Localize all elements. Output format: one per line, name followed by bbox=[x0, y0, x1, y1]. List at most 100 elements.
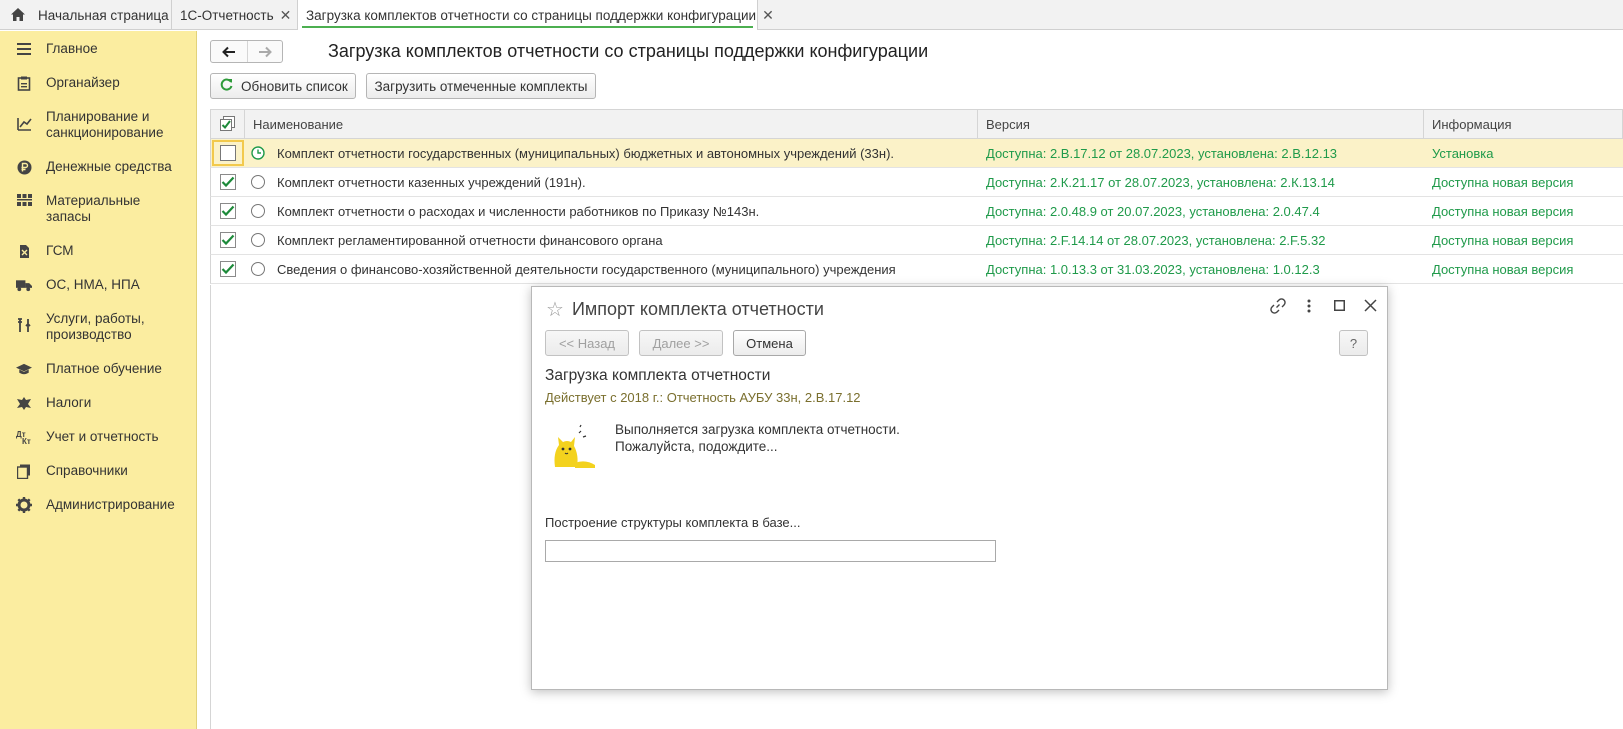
load-marked-label: Загрузить отмеченные комплекты bbox=[374, 78, 588, 94]
reports-table: Наименование Версия Информация Комплект … bbox=[210, 109, 1623, 284]
table-row[interactable]: Комплект регламентированной отчетности ф… bbox=[210, 226, 1623, 255]
dialog-cancel-button[interactable]: Отмена bbox=[733, 330, 806, 356]
dialog-next-button[interactable]: Далее >> bbox=[639, 330, 723, 356]
tab-1c-reporting[interactable]: 1С-Отчетность ✕ bbox=[172, 0, 298, 30]
row-info: Доступна новая версия bbox=[1432, 203, 1574, 219]
star-icon[interactable]: ☆ bbox=[546, 297, 564, 322]
fuel-icon bbox=[16, 243, 32, 259]
cat-loading-icon bbox=[549, 423, 599, 473]
arrow-left-icon bbox=[221, 46, 235, 57]
row-info: Доступна новая версия bbox=[1432, 174, 1574, 190]
check-all-button[interactable] bbox=[211, 110, 245, 138]
maximize-icon[interactable] bbox=[1331, 297, 1348, 314]
sidebar-item-paid-education[interactable]: Платное обучение bbox=[0, 361, 196, 377]
col-name-header[interactable]: Наименование bbox=[245, 110, 978, 138]
table-border bbox=[210, 285, 211, 729]
sidebar-item-label: Налоги bbox=[46, 395, 92, 410]
link-icon[interactable] bbox=[1269, 297, 1286, 314]
radio-icon bbox=[251, 175, 265, 189]
sidebar-item-organizer[interactable]: Органайзер bbox=[0, 75, 196, 91]
row-name: Комплект регламентированной отчетности ф… bbox=[277, 232, 663, 248]
truck-icon bbox=[16, 277, 32, 293]
radio-icon bbox=[251, 233, 265, 247]
import-dialog: ☆ Импорт комплекта отчетности << Назад Д… bbox=[531, 286, 1388, 690]
row-version: Доступна: 2.В.17.12 от 28.07.2023, устан… bbox=[986, 145, 1338, 161]
table-header: Наименование Версия Информация bbox=[210, 109, 1623, 139]
dialog-back-button[interactable]: << Назад bbox=[545, 330, 629, 356]
sidebar-item-label: ОС, НМА, НПА bbox=[46, 277, 140, 292]
row-name: Комплект отчетности о расходах и численн… bbox=[277, 203, 760, 219]
row-checkbox[interactable] bbox=[220, 261, 236, 277]
col-version-header[interactable]: Версия bbox=[978, 110, 1424, 138]
emblem-icon bbox=[16, 395, 32, 411]
more-icon[interactable] bbox=[1300, 297, 1317, 314]
graduation-cap-icon bbox=[16, 361, 32, 377]
dialog-title-bar: ☆ Импорт комплекта отчетности bbox=[546, 297, 824, 322]
sidebar-item-fixed-assets[interactable]: ОС, НМА, НПА bbox=[0, 277, 196, 293]
checkmark-icon bbox=[221, 176, 235, 188]
progress-bar bbox=[545, 540, 996, 562]
inventory-icon bbox=[16, 193, 32, 209]
sidebar-item-label: Материальные запасы bbox=[46, 193, 141, 224]
radio-icon bbox=[251, 204, 265, 218]
sidebar-item-services[interactable]: Услуги, работы, производство bbox=[0, 311, 196, 343]
menu-icon bbox=[16, 41, 32, 57]
close-icon[interactable]: ✕ bbox=[274, 7, 292, 24]
row-info: Доступна новая версия bbox=[1432, 232, 1574, 248]
row-checkbox-cell[interactable] bbox=[211, 255, 245, 283]
row-checkbox-cell[interactable] bbox=[211, 168, 245, 196]
table-row[interactable]: Сведения о финансово-хозяйственной деяте… bbox=[210, 255, 1623, 284]
dialog-heading: Загрузка комплекта отчетности bbox=[545, 367, 771, 384]
row-checkbox-cell[interactable] bbox=[211, 139, 245, 167]
history-nav bbox=[210, 40, 283, 63]
dialog-message: Выполняется загрузка комплекта отчетност… bbox=[615, 421, 900, 455]
debit-credit-icon: Дт Кт bbox=[16, 429, 32, 445]
sidebar-item-directories[interactable]: Справочники bbox=[0, 463, 196, 479]
row-version: Доступна: 2.К.21.17 от 28.07.2023, устан… bbox=[986, 174, 1335, 190]
row-checkbox[interactable] bbox=[220, 174, 236, 190]
sidebar-item-accounting[interactable]: Дт Кт Учет и отчетность bbox=[0, 429, 196, 445]
table-row[interactable]: Комплект отчетности казенных учреждений … bbox=[210, 168, 1623, 197]
sidebar-item-inventory[interactable]: Материальные запасы bbox=[0, 193, 196, 225]
checkmark-icon bbox=[221, 205, 235, 217]
row-name-cell: Сведения о финансово-хозяйственной деяте… bbox=[245, 255, 978, 283]
sidebar-item-fuel[interactable]: ГСМ bbox=[0, 243, 196, 259]
load-marked-button[interactable]: Загрузить отмеченные комплекты bbox=[366, 73, 596, 99]
row-name: Сведения о финансово-хозяйственной деяте… bbox=[277, 261, 896, 277]
gear-icon bbox=[16, 497, 32, 513]
row-info: Установка bbox=[1432, 145, 1494, 161]
tools-icon bbox=[16, 317, 32, 333]
sidebar-item-cash[interactable]: Денежные средства bbox=[0, 159, 196, 175]
sidebar-item-taxes[interactable]: Налоги bbox=[0, 395, 196, 411]
tab-home[interactable]: Начальная страница bbox=[0, 0, 172, 30]
sidebar-item-admin[interactable]: Администрирование bbox=[0, 497, 196, 513]
row-checkbox[interactable] bbox=[220, 232, 236, 248]
sidebar-item-main[interactable]: Главное bbox=[0, 41, 196, 57]
row-checkbox-cell[interactable] bbox=[211, 226, 245, 254]
ruble-icon bbox=[16, 159, 32, 175]
refresh-list-button[interactable]: Обновить список bbox=[210, 73, 356, 99]
tab-load-reports[interactable]: Загрузка комплектов отчетности со страни… bbox=[298, 0, 774, 30]
sidebar-item-label: Денежные средства bbox=[46, 159, 172, 174]
dialog-status: Построение структуры комплекта в базе... bbox=[545, 515, 801, 530]
table-row[interactable]: Комплект отчетности о расходах и численн… bbox=[210, 197, 1623, 226]
row-checkbox-cell[interactable] bbox=[211, 197, 245, 225]
table-row[interactable]: Комплект отчетности государственных (мун… bbox=[210, 139, 1623, 168]
tab-home-label: Начальная страница bbox=[38, 7, 169, 23]
forward-button[interactable] bbox=[246, 41, 283, 62]
sidebar-item-label: Услуги, работы, производство bbox=[46, 311, 145, 342]
checkmark-icon bbox=[221, 263, 235, 275]
check-all-icon bbox=[220, 116, 236, 132]
sidebar-item-planning[interactable]: Планирование и санкционирование bbox=[0, 109, 196, 141]
row-checkbox[interactable] bbox=[220, 145, 236, 161]
back-button[interactable] bbox=[211, 41, 247, 62]
row-checkbox[interactable] bbox=[220, 203, 236, 219]
row-name-cell: Комплект регламентированной отчетности ф… bbox=[245, 226, 978, 254]
row-version: Доступна: 2.0.48.9 от 20.07.2023, устано… bbox=[986, 203, 1320, 219]
row-name-cell: Комплект отчетности о расходах и численн… bbox=[245, 197, 978, 225]
dialog-help-button[interactable]: ? bbox=[1339, 330, 1368, 356]
col-info-header[interactable]: Информация bbox=[1424, 110, 1623, 138]
row-name: Комплект отчетности государственных (мун… bbox=[277, 145, 895, 161]
close-icon[interactable]: ✕ bbox=[756, 7, 774, 24]
close-icon[interactable] bbox=[1362, 297, 1379, 314]
